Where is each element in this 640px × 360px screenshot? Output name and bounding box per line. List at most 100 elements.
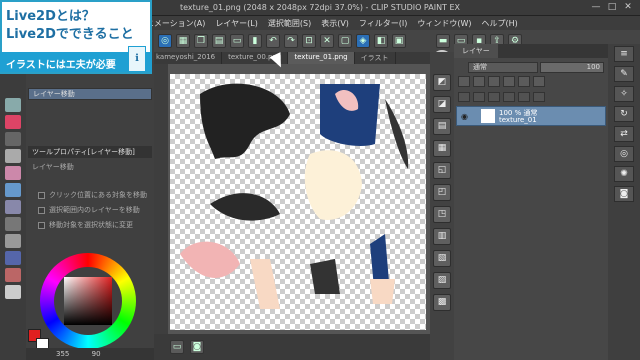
option-set-selected[interactable]: 移動対象を選択状態に変更 [38, 220, 133, 230]
paste-icon[interactable]: ▤ [212, 34, 226, 48]
camera-panel-icon[interactable]: ◙ [614, 186, 634, 202]
panel-menu-icon[interactable]: ≡ [614, 46, 634, 62]
clear-icon[interactable]: ✕ [320, 34, 334, 48]
history-icon[interactable]: ◱ [433, 162, 451, 179]
tab-layer[interactable]: レイヤー [454, 44, 498, 58]
menu-bar: アニメーション(A) レイヤー(L) 選択範囲(S) 表示(V) フィルター(I… [130, 16, 640, 30]
section-title-label: レイヤー移動 [32, 163, 74, 171]
option-label: 移動対象を選択状態に変更 [49, 221, 133, 229]
hair-strand-shape [385, 99, 409, 169]
menu-view[interactable]: 表示(V) [321, 18, 349, 29]
flip-icon[interactable]: ⇄ [614, 126, 634, 142]
checkbox-icon[interactable] [38, 206, 45, 214]
brush-tool-icon[interactable] [5, 149, 21, 163]
material-icon[interactable]: ▦ [433, 140, 451, 157]
mask-layer-icon[interactable] [533, 76, 545, 87]
zoom-tool-icon[interactable] [5, 268, 21, 282]
grid-icon[interactable]: ▦ [176, 34, 190, 48]
select-icon[interactable]: ◈ [356, 34, 370, 48]
frame-icon[interactable]: ▢ [338, 34, 352, 48]
zoom-value: 355 [56, 350, 70, 358]
target-icon[interactable]: ◎ [614, 146, 634, 162]
fill-tool-icon[interactable] [5, 183, 21, 197]
navigator-panel-icon[interactable]: ◪ [433, 96, 451, 113]
animation-icon[interactable]: ▧ [433, 250, 451, 267]
globe-icon[interactable]: ◎ [158, 34, 172, 48]
new-vector-layer-icon[interactable] [473, 92, 485, 102]
eraser-tool-icon[interactable] [5, 132, 21, 146]
maximize-button[interactable]: □ [606, 2, 618, 13]
menu-filter[interactable]: フィルター(I) [359, 18, 407, 29]
ruler-icon[interactable]: ▭ [230, 34, 244, 48]
minimize-button[interactable]: — [590, 2, 602, 13]
menu-window[interactable]: ウィンドウ(W) [417, 18, 471, 29]
lock-alpha-icon[interactable] [518, 76, 530, 87]
eyedropper-tool-icon[interactable] [5, 285, 21, 299]
camera-icon[interactable]: ◙ [190, 340, 204, 354]
delete-layer-icon[interactable] [533, 92, 545, 102]
transfer-down-icon[interactable] [503, 92, 515, 102]
ear-shape [180, 241, 240, 278]
canvas[interactable] [170, 74, 426, 330]
redo-icon[interactable]: ↷ [284, 34, 298, 48]
close-button[interactable]: ✕ [622, 2, 634, 13]
item-bank-icon[interactable]: ▩ [433, 294, 451, 311]
tab-texture-01[interactable]: texture_01.png [288, 52, 355, 64]
subview-icon[interactable]: ▤ [433, 118, 451, 135]
auto-action-icon[interactable]: ▨ [433, 272, 451, 289]
option-move-clicked[interactable]: クリック位置にある対象を移動 [38, 190, 147, 200]
gradient-tool-icon[interactable] [5, 200, 21, 214]
draft-icon[interactable] [488, 76, 500, 87]
clip-icon[interactable] [458, 76, 470, 87]
navigator-icon[interactable]: ▭ [170, 340, 184, 354]
combine-icon[interactable] [518, 92, 530, 102]
checkbox-icon[interactable] [38, 221, 45, 229]
blend-mode-select[interactable]: 通常 [468, 62, 538, 73]
wand-icon[interactable]: ✧ [614, 86, 634, 102]
new-layer-icon[interactable] [458, 92, 470, 102]
layer-property-icon[interactable]: ◰ [433, 184, 451, 201]
adjust-icon[interactable]: ◩ [433, 74, 451, 91]
layer-tool-row [456, 76, 606, 90]
pencil-tool-icon[interactable] [5, 166, 21, 180]
opacity-slider[interactable]: 100 [540, 62, 604, 73]
saturation-square[interactable] [64, 277, 112, 325]
folder-icon[interactable]: ▬ [436, 34, 450, 48]
reference-icon[interactable] [473, 76, 485, 87]
mask-icon[interactable]: ◧ [374, 34, 388, 48]
tab-illust[interactable]: イラスト [355, 52, 396, 64]
subtool-layer-move[interactable]: レイヤー移動 [28, 88, 152, 100]
neck-shape [250, 259, 280, 309]
option-move-selection[interactable]: 選択範囲内のレイヤーを移動 [38, 205, 140, 215]
menu-layer[interactable]: レイヤー(L) [215, 18, 257, 29]
menu-help[interactable]: ヘルプ(H) [482, 18, 518, 29]
copy-icon[interactable]: ❐ [194, 34, 208, 48]
new-folder-icon[interactable] [488, 92, 500, 102]
transform-icon[interactable]: ⊡ [302, 34, 316, 48]
pen-tool-icon[interactable] [5, 115, 21, 129]
checkbox-icon[interactable] [38, 191, 45, 199]
right-icon-strip: ≡ ✎ ✧ ↻ ⇄ ◎ ✺ ◙ [608, 44, 640, 360]
pin-icon[interactable]: ✎ [614, 66, 634, 82]
eye-icon[interactable]: ◉ [461, 112, 468, 121]
document-tabs: kameyoshi_2016 texture_00.png texture_01… [150, 52, 430, 64]
undo-icon[interactable]: ↶ [266, 34, 280, 48]
text-tool-icon[interactable] [5, 234, 21, 248]
layer-thumbnail [481, 109, 495, 123]
layer-name: texture_01 [499, 116, 537, 124]
layer-row[interactable]: ◉ 100 % 通常 texture_01 [456, 106, 606, 126]
option-label: 選択範囲内のレイヤーを移動 [49, 206, 140, 214]
spray-icon[interactable]: ✺ [614, 166, 634, 182]
fill-icon[interactable]: ▮ [248, 34, 262, 48]
rotate-icon[interactable]: ↻ [614, 106, 634, 122]
move-tool-icon[interactable] [5, 98, 21, 112]
tab-kameyoshi[interactable]: kameyoshi_2016 [150, 52, 223, 64]
layer-search-icon[interactable]: ◳ [433, 206, 451, 223]
menu-select[interactable]: 選択範囲(S) [268, 18, 311, 29]
color-wheel[interactable] [40, 253, 136, 349]
lock-icon[interactable]: ▣ [392, 34, 406, 48]
hand-tool-icon[interactable] [5, 251, 21, 265]
shape-tool-icon[interactable] [5, 217, 21, 231]
lock-layer-icon[interactable] [503, 76, 515, 87]
timeline-icon[interactable]: ▥ [433, 228, 451, 245]
